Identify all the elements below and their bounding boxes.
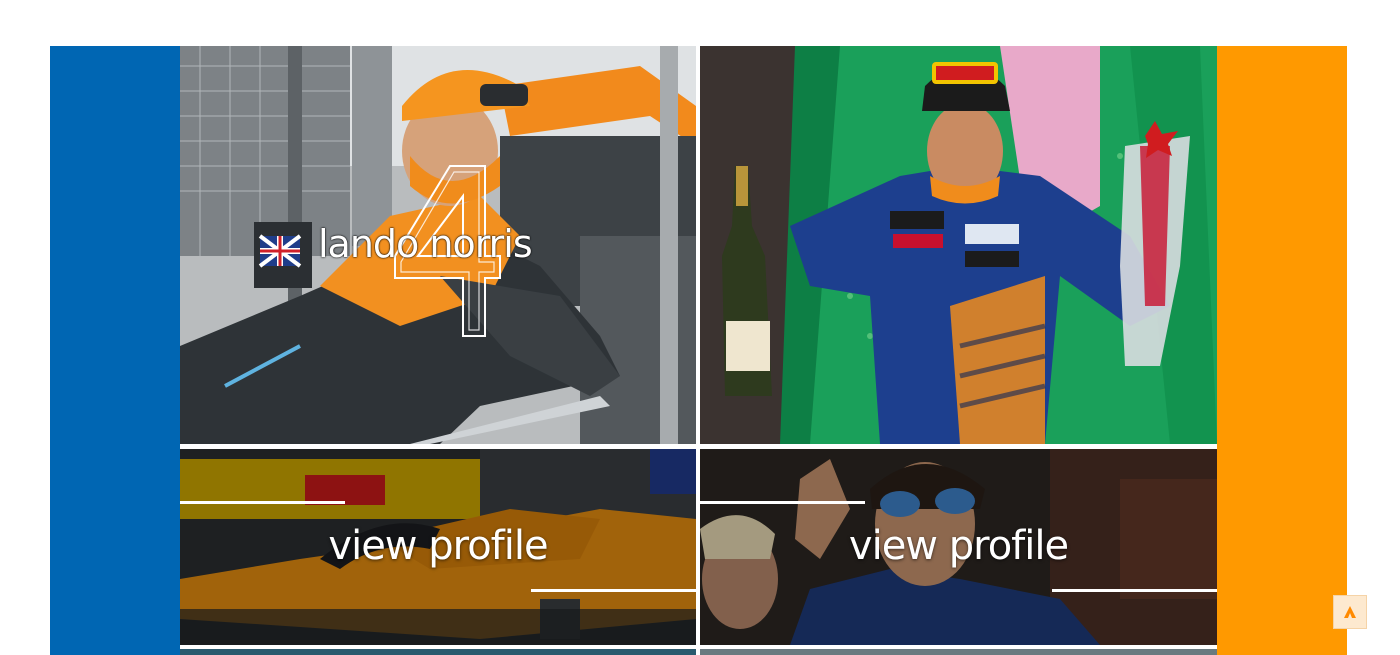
profile-decor-line-top xyxy=(700,501,865,504)
view-profile-link-second-driver[interactable]: view profile xyxy=(700,523,1217,569)
right-accent-bar xyxy=(1217,46,1347,655)
driver-photo-second-driver xyxy=(700,46,1217,444)
page: lando norris view profile view profile xyxy=(0,0,1400,655)
driver-card-lando-norris[interactable]: lando norris xyxy=(180,46,696,444)
chevron-up-icon xyxy=(1344,606,1356,618)
profile-decor-line-top xyxy=(180,501,345,504)
profile-decor-line-bottom xyxy=(531,589,696,592)
view-profile-link-lando-norris[interactable]: view profile xyxy=(180,523,696,569)
view-profile-card-lando-norris[interactable]: view profile xyxy=(180,449,696,645)
next-row-card-left[interactable] xyxy=(180,649,696,655)
left-accent-bar xyxy=(50,46,180,655)
drivers-grid: lando norris view profile view profile xyxy=(180,46,1217,655)
driver-name: lando norris xyxy=(318,222,533,266)
profile-decor-line-bottom xyxy=(1052,589,1217,592)
scroll-to-top-button[interactable] xyxy=(1333,595,1367,629)
driver-card-second-driver[interactable] xyxy=(700,46,1217,444)
next-row-card-right[interactable] xyxy=(700,649,1217,655)
view-profile-card-second-driver[interactable]: view profile xyxy=(700,449,1217,645)
